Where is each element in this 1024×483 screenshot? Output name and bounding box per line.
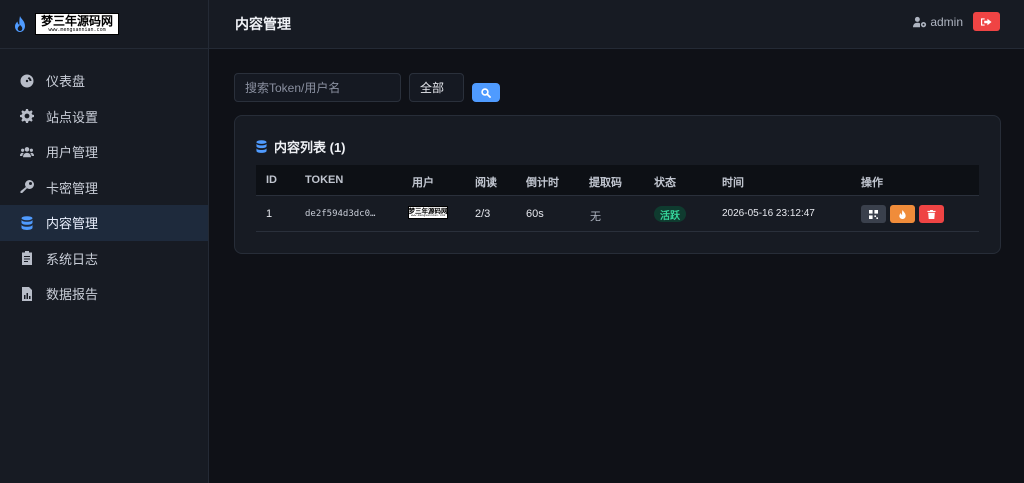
sidebar-item-content[interactable]: 内容管理 [0,205,208,241]
qrcode-icon [869,209,878,219]
column-header-time: 时间 [722,177,744,189]
filter-value: 全部 [420,81,445,95]
sidebar-nav: 仪表盘 站点设置 用户管理 卡密管理 内容管理 系统日志 数据报告 [0,63,208,312]
user-area: admin [913,12,1000,31]
delete-button[interactable] [919,205,944,223]
clipboard-icon [20,251,34,266]
content-table: ID TOKEN 用户 阅读 倒计时 提取码 状态 时间 操作 1 de2f59… [256,165,979,232]
gear-icon [20,109,34,124]
database-icon [256,140,267,153]
sidebar-item-site-settings[interactable]: 站点设置 [0,99,208,135]
row-countdown: 60s [526,208,544,220]
column-header-id: ID [266,174,277,186]
card-title: 内容列表 (1) [256,137,346,156]
sidebar-item-reports[interactable]: 数据报告 [0,276,208,312]
top-header: 内容管理 admin [209,0,1024,49]
status-filter-select[interactable]: 全部 [409,73,464,102]
column-header-actions: 操作 [861,177,883,189]
username[interactable]: admin [930,15,963,29]
sidebar-item-label: 内容管理 [46,216,99,232]
row-user-logo: 梦三年源码网 www.mengsannian.com [408,206,448,219]
column-header-token: TOKEN [305,174,344,186]
sidebar-item-cards[interactable]: 卡密管理 [0,170,208,206]
table-row: 1 de2f594d3dc0… 梦三年源码网 www.mengsannian.c… [256,196,979,232]
qrcode-button[interactable] [861,205,886,223]
sidebar-item-label: 站点设置 [46,109,99,125]
row-time: 2026-05-16 23:12:47 [722,208,815,219]
sidebar-item-dashboard[interactable]: 仪表盘 [0,63,208,99]
row-reads: 2/3 [475,208,491,220]
row-token: de2f594d3dc0… [305,209,376,219]
flame-icon [15,16,25,32]
sign-out-icon [981,17,992,26]
sidebar-item-label: 卡密管理 [46,180,99,196]
sidebar: 梦三年源码网 www.mengsannian.com 仪表盘 站点设置 用户管理 [0,0,209,483]
page-title: 内容管理 [235,16,291,32]
fire-icon [899,209,906,219]
table-header: ID TOKEN 用户 阅读 倒计时 提取码 状态 时间 操作 [256,165,979,196]
trash-icon [927,209,936,219]
logout-button[interactable] [973,12,1000,31]
sidebar-item-label: 用户管理 [46,145,99,161]
search-button[interactable] [472,83,500,102]
sidebar-item-label: 数据报告 [46,287,99,303]
brand[interactable]: 梦三年源码网 www.mengsannian.com [0,0,208,49]
column-header-reads: 阅读 [475,177,497,189]
column-header-user: 用户 [412,177,434,189]
content-list-card: 内容列表 (1) ID TOKEN 用户 阅读 倒计时 提取码 状态 时间 操作… [234,115,1001,254]
sidebar-item-label: 仪表盘 [46,74,86,90]
search-input[interactable] [234,73,401,102]
file-chart-icon [20,286,34,301]
sidebar-item-users[interactable]: 用户管理 [0,134,208,170]
status-badge: 活跃 [654,206,686,222]
row-id: 1 [266,208,273,220]
column-header-status: 状态 [654,177,676,189]
user-cog-icon [913,16,927,27]
column-header-code: 提取码 [589,177,622,189]
dashboard-icon [20,74,34,88]
sidebar-item-logs[interactable]: 系统日志 [0,241,208,277]
column-header-countdown: 倒计时 [526,177,559,189]
row-code: 无 [590,211,601,223]
burn-button[interactable] [890,205,915,223]
card-title-text: 内容列表 (1) [274,140,346,155]
search-icon [481,87,491,98]
site-logo: 梦三年源码网 www.mengsannian.com [35,13,119,35]
sidebar-item-label: 系统日志 [46,251,99,267]
database-icon [20,215,34,230]
users-icon [20,145,34,159]
key-icon [20,180,34,194]
